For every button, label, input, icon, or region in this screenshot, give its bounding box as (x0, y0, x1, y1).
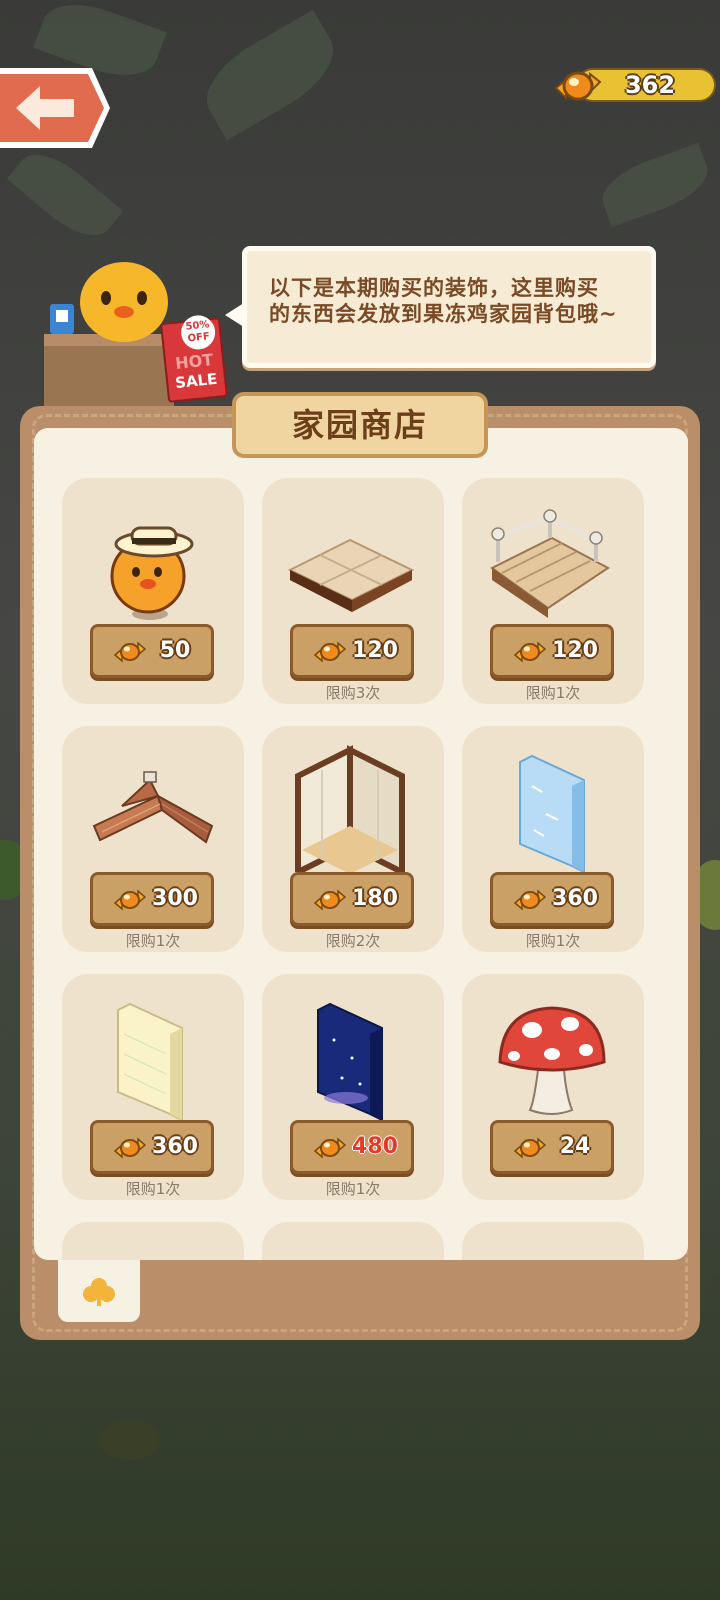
candy-coin-icon (313, 889, 347, 911)
brick-roof-icon (92, 771, 214, 844)
currency-value: 362 (624, 71, 676, 99)
price-value: 360 (552, 886, 598, 911)
shop-title: 家园商店 (232, 392, 488, 458)
price-value: 480 (352, 1134, 398, 1159)
shop-item-card[interactable]: 360 限购1次 (462, 726, 644, 952)
shop-item-card[interactable]: 360 限购1次 (62, 974, 244, 1200)
candy-coin-icon (513, 889, 547, 911)
cream-wall-panel-icon (117, 1002, 183, 1120)
candy-coin-icon (554, 71, 602, 101)
red-mushroom-icon (498, 1006, 606, 1115)
price-value: 180 (352, 886, 398, 911)
price-value: 300 (152, 886, 198, 911)
candy-coin-icon (113, 889, 147, 911)
speech-line-2: 的东西会发放到果冻鸡家园背包哦~ (269, 302, 618, 326)
price-value: 360 (152, 1134, 198, 1159)
purchase-limit: 限购1次 (525, 932, 581, 950)
price-value: 50 (159, 638, 191, 663)
speech-bubble: 以下是本期购买的装饰，这里购买 的东西会发放到果冻鸡家园背包哦~ (225, 246, 656, 368)
speech-text: 以下是本期购买的装饰，这里购买 的东西会发放到果冻鸡家园背包哦~ (269, 275, 639, 327)
wooden-stairs-icon (490, 509, 610, 618)
speech-line-1: 以下是本期购买的装饰，这里购买 (269, 276, 599, 300)
purchase-limit: 限购3次 (325, 684, 381, 702)
candy-coin-icon (113, 641, 147, 663)
clover-tab-icon (83, 1278, 115, 1306)
tab-clover[interactable] (58, 1260, 140, 1322)
shop-item-card[interactable]: 480 限购1次 (262, 974, 444, 1200)
price-button[interactable]: 24 (490, 1120, 614, 1174)
shop-item-card[interactable] (462, 1222, 644, 1260)
price-value: 120 (552, 638, 598, 663)
price-button[interactable]: 50 (90, 624, 214, 678)
back-button[interactable] (0, 68, 112, 148)
purchase-limit: 限购1次 (125, 932, 181, 950)
starry-wall-panel-icon (317, 1002, 383, 1120)
shop-item-card[interactable]: 50 (62, 478, 244, 704)
shop-item-card[interactable]: 120 限购1次 (462, 478, 644, 704)
wooden-floor-tile-icon (287, 538, 415, 612)
shop-item-card[interactable]: 120 限购3次 (262, 478, 444, 704)
candy-coin-icon (113, 1137, 147, 1159)
purchase-limit: 限购1次 (125, 1180, 181, 1198)
shop-stall: 50% OFF HOT SALE (44, 262, 234, 408)
candy-coin-icon (513, 1137, 547, 1159)
shop-item-card[interactable]: 180 限购2次 (262, 726, 444, 952)
candy-coin-icon (313, 641, 347, 663)
price-button[interactable]: 480 (290, 1120, 414, 1174)
price-button[interactable]: 120 (490, 624, 614, 678)
purchase-limit: 限购1次 (325, 1180, 381, 1198)
corner-wall-icon (295, 745, 405, 872)
off-text: OFF (187, 331, 211, 345)
price-button[interactable]: 360 (90, 1120, 214, 1174)
price-button[interactable]: 120 (290, 624, 414, 678)
price-value: 24 (559, 1134, 591, 1159)
price-button[interactable]: 300 (90, 872, 214, 926)
shop-item-card[interactable] (262, 1222, 444, 1260)
speech-tail (225, 301, 247, 329)
shop-item-card[interactable] (62, 1222, 244, 1260)
purchase-limit: 限购2次 (325, 932, 381, 950)
hot-sale-sign: 50% OFF HOT SALE (159, 313, 229, 403)
price-button[interactable]: 180 (290, 872, 414, 926)
chick-with-hat-icon (110, 526, 194, 620)
ice-wall-panel-icon (519, 754, 585, 872)
price-button[interactable]: 360 (490, 872, 614, 926)
candy-coin-icon (313, 1137, 347, 1159)
candy-coin-icon (513, 641, 547, 663)
shop-item-card[interactable]: 300 限购1次 (62, 726, 244, 952)
currency-display: 362 (550, 60, 720, 110)
price-value: 120 (352, 638, 398, 663)
purchase-limit: 限购1次 (525, 684, 581, 702)
shop-item-card[interactable]: 24 (462, 974, 644, 1200)
shop-grid-area[interactable]: 50 120 限购3次 120 限购1次 300 限购1次 180 限购2次 3… (34, 428, 688, 1260)
back-arrow-icon (0, 68, 110, 148)
